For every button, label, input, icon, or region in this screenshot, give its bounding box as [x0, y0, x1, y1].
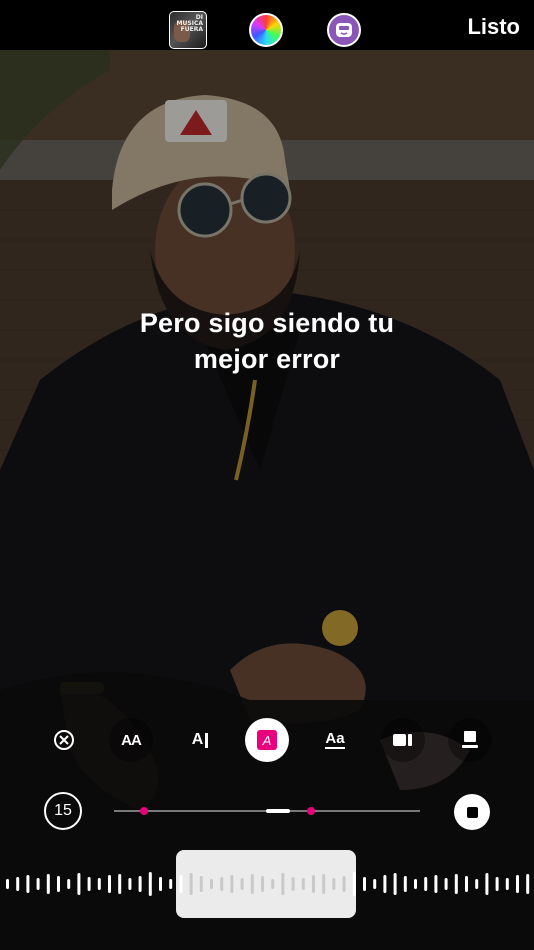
stop-button[interactable]	[454, 794, 490, 830]
waveform-bar	[210, 879, 213, 889]
waveform-bar	[261, 876, 264, 892]
audio-waveform-selected	[189, 873, 346, 895]
story-caption-text[interactable]: Pero sigo siendo tu mejor error	[60, 305, 474, 377]
color-wheel-icon[interactable]	[249, 13, 283, 47]
waveform-bar	[199, 876, 203, 892]
duration-label: 15	[54, 802, 72, 819]
sticker-face-icon[interactable]	[327, 13, 361, 47]
stop-icon	[466, 806, 478, 818]
video-placement-icon[interactable]	[381, 718, 425, 762]
done-button[interactable]: Listo	[467, 14, 520, 40]
sticker-face-glyph	[336, 23, 352, 37]
layout-icon[interactable]	[448, 718, 492, 762]
top-bar: DI MUSICA FUERA Listo	[0, 0, 534, 50]
waveform-bar	[301, 878, 305, 890]
timeline-marker[interactable]	[307, 807, 315, 815]
font-size-icon[interactable]: AA	[109, 718, 153, 762]
waveform-bar	[271, 879, 275, 889]
video-glyph	[393, 734, 412, 746]
caption-line-2: mejor error	[193, 344, 341, 374]
caption-line-1: Pero sigo siendo tu	[139, 308, 395, 338]
typewriter-label: A	[191, 731, 204, 748]
waveform-bar	[240, 878, 244, 890]
waveform-bar	[281, 873, 285, 895]
layout-glyph	[462, 731, 478, 748]
highlight-style-badge: A	[257, 730, 277, 750]
waveform-bar	[291, 877, 295, 891]
album-cover-text: DI MUSICA FUERA	[176, 14, 203, 33]
font-style-label: Aa	[325, 730, 345, 749]
remove-icon[interactable]	[42, 718, 86, 762]
font-size-label: AA	[121, 731, 142, 749]
waveform-bar	[189, 873, 193, 895]
waveform-bar	[250, 874, 254, 894]
highlight-style-icon[interactable]: A	[245, 718, 289, 762]
typewriter-cursor	[205, 732, 209, 748]
waveform-bar	[342, 876, 346, 892]
timeline-marker[interactable]	[140, 807, 148, 815]
timeline-playhead[interactable]	[266, 809, 290, 813]
highlight-style-label: A	[262, 732, 272, 748]
waveform-bar	[220, 877, 224, 891]
album-cover-thumbnail[interactable]: DI MUSICA FUERA	[169, 11, 207, 49]
font-style-icon[interactable]: Aa	[313, 718, 357, 762]
waveform-bar	[332, 878, 336, 890]
waveform-bar	[312, 875, 315, 893]
waveform-bar	[322, 874, 326, 894]
waveform-bar	[230, 875, 234, 893]
typewriter-effect-icon[interactable]: A	[178, 718, 222, 762]
duration-button[interactable]: 15	[44, 792, 82, 830]
remove-glyph	[54, 730, 74, 750]
